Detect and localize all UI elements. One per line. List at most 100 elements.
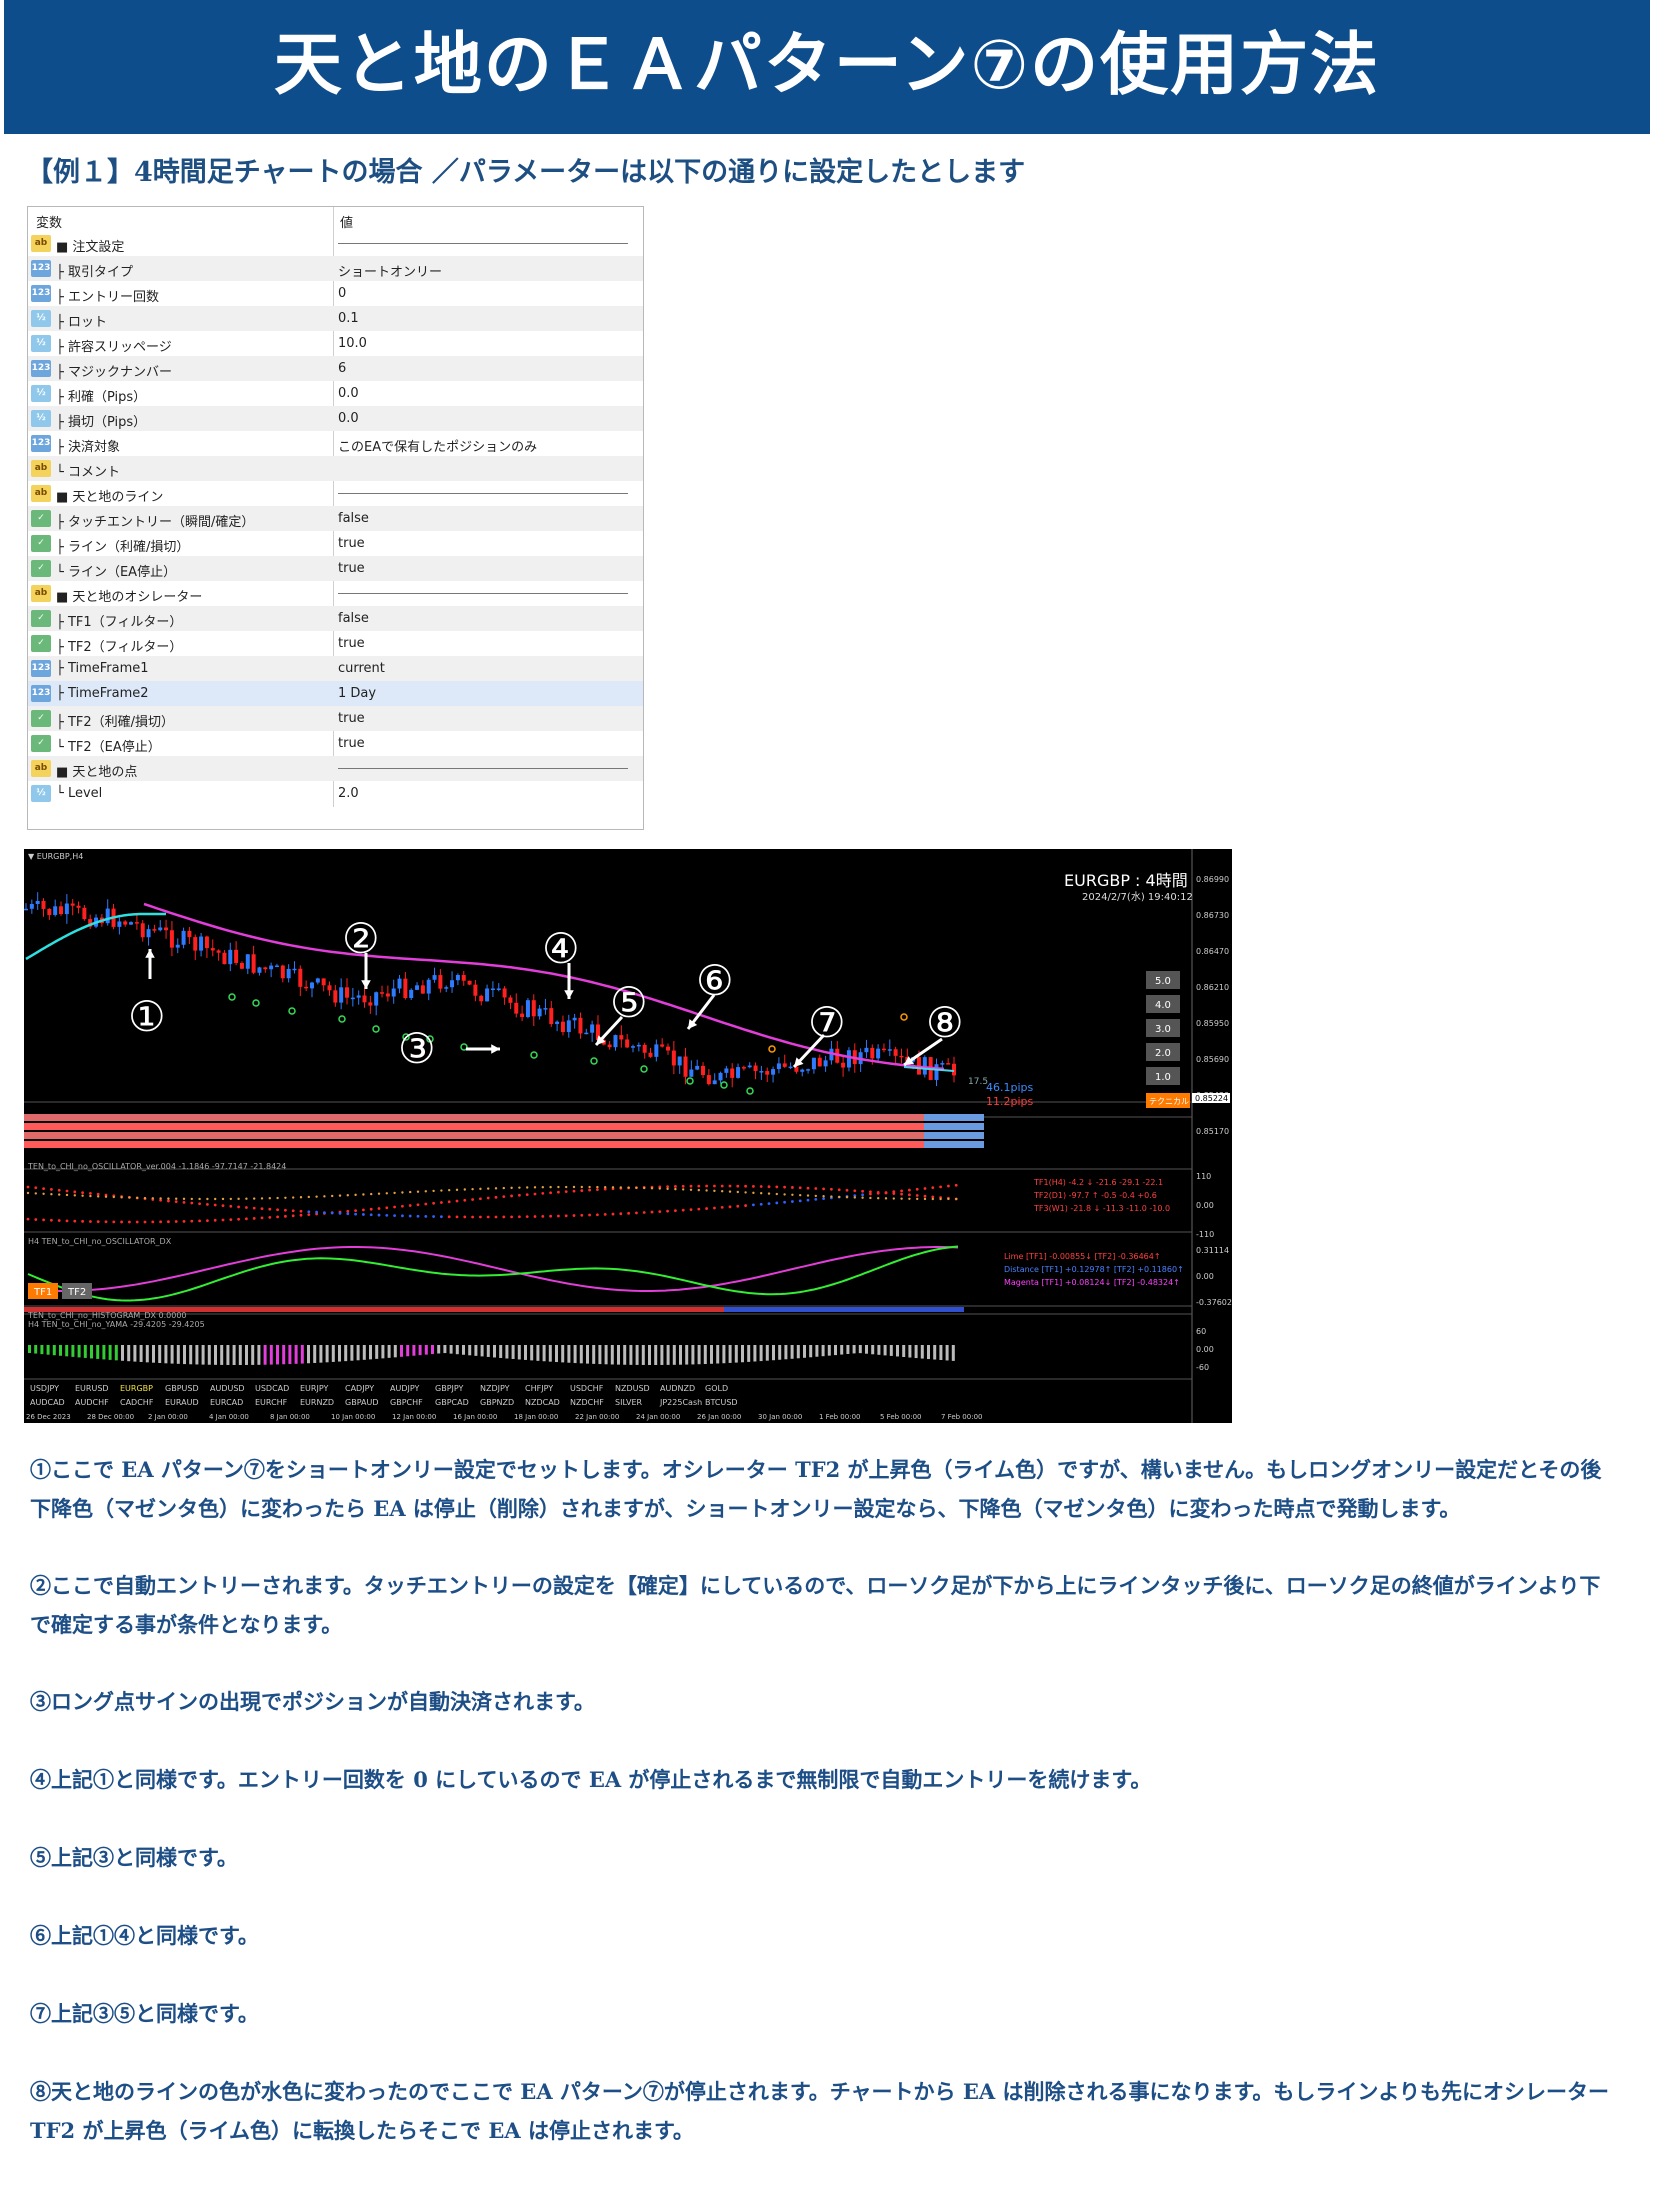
param-value[interactable]: true (338, 711, 365, 726)
param-value[interactable]: true (338, 536, 365, 551)
osc1-red-dot (377, 1207, 381, 1210)
param-value[interactable]: false (338, 611, 369, 626)
osc1-trend-dot (73, 1190, 77, 1194)
symbol-tab[interactable]: ▼ EURGBP,H4 (28, 852, 83, 861)
osc1-red-dot (89, 1220, 92, 1223)
candle-body (216, 950, 221, 953)
long-signal-dot (288, 1007, 296, 1015)
param-row[interactable]: 123 ├ エントリー回数 0 (28, 281, 643, 306)
yama-bar (648, 1345, 651, 1365)
param-row[interactable]: 123 ├ TimeFrame2 1 Day (28, 681, 643, 706)
param-row[interactable]: 123 ├ マジックナンバー 6 (28, 356, 643, 381)
yama-bar (214, 1345, 217, 1365)
yama-bar (424, 1345, 428, 1355)
yama-bar (108, 1345, 112, 1360)
param-row[interactable]: ab ■ 天と地の点 (28, 756, 643, 781)
param-row[interactable]: ab ■ 天と地のオシレーター (28, 581, 643, 606)
osc1-trend-dot (182, 1200, 186, 1204)
yama-bar (133, 1345, 137, 1362)
param-value[interactable]: current (338, 661, 385, 676)
yama-bar (313, 1345, 317, 1363)
osc1-trend-dot (291, 1209, 295, 1213)
param-name: ■ 注文設定 (56, 240, 125, 255)
yama-bar (530, 1345, 534, 1361)
param-row[interactable]: ✓ ├ タッチエントリー（瞬間/確定） false (28, 506, 643, 531)
param-row[interactable]: ½ ├ 許容スリッページ 10.0 (28, 331, 643, 356)
osc1-trend-dot (330, 1211, 334, 1215)
param-row[interactable]: 123 ├ TimeFrame1 current (28, 656, 643, 681)
candle-body (560, 1021, 565, 1033)
long-signal-dot (228, 993, 236, 1001)
yama-bar (573, 1345, 577, 1364)
osc1-trend-dot (486, 1215, 490, 1219)
osc1-trend-dot (588, 1213, 591, 1217)
yama-bar (666, 1345, 670, 1365)
param-value[interactable]: このEAで保有したポジションのみ (338, 436, 537, 455)
yama-bar (691, 1345, 695, 1365)
param-value[interactable]: 0 (338, 286, 346, 301)
yama-bar (46, 1345, 50, 1355)
symbol-button: JP225Cash (659, 1398, 702, 1407)
param-value[interactable]: 0.0 (338, 386, 359, 401)
param-value[interactable]: true (338, 561, 365, 576)
osc1-axis-label: 0.00 (1196, 1201, 1214, 1210)
param-row[interactable]: ✓ ├ TF2（フィルター） true (28, 631, 643, 656)
param-value[interactable]: 0.0 (338, 411, 359, 426)
yama-bar (784, 1345, 788, 1360)
param-row[interactable]: ab ■ 注文設定 (28, 231, 643, 256)
osc1-red-dot (198, 1219, 202, 1223)
osc1-trend-dot (299, 1209, 303, 1213)
symbol-button: EURGBP (120, 1384, 153, 1393)
candle-body (479, 995, 484, 1002)
param-row[interactable]: ✓ └ TF2（EA停止） true (28, 731, 643, 756)
yama-bar (654, 1345, 658, 1365)
param-row[interactable]: 123 ├ 取引タイプ ショートオンリー (28, 256, 643, 281)
param-row[interactable]: ½ ├ 損切（Pips） 0.0 (28, 406, 643, 431)
param-row[interactable]: ½ ├ ロット 0.1 (28, 306, 643, 331)
param-value[interactable]: true (338, 636, 365, 651)
osc1-orange-dot (635, 1186, 638, 1190)
osc1-orange-dot (682, 1188, 685, 1191)
candle-body (292, 968, 297, 971)
param-row[interactable]: ✓ ├ TF1（フィルター） false (28, 606, 643, 631)
osc1-orange-dot (845, 1196, 849, 1199)
param-value[interactable]: 1 Day (338, 686, 376, 701)
param-row[interactable]: ✓ ├ ライン（利確/損切） true (28, 531, 643, 556)
osc1-orange-dot (34, 1192, 37, 1195)
symbol-button: EURJPY (300, 1384, 328, 1393)
osc1-orange-dot (323, 1195, 326, 1198)
param-row[interactable]: ½ └ Level 2.0 (28, 781, 643, 806)
osc1-trend-dot (479, 1215, 482, 1219)
param-row[interactable]: 123 ├ 決済対象 このEAで保有したポジションのみ (28, 431, 643, 456)
param-row[interactable]: ✓ ├ TF2（利確/損切） true (28, 706, 643, 731)
param-value[interactable]: 10.0 (338, 336, 367, 351)
param-row[interactable]: ab └ コメント (28, 456, 643, 481)
osc1-orange-dot (221, 1197, 225, 1201)
osc1-trend-dot (908, 1188, 911, 1192)
osc1-red-dot (416, 1203, 420, 1207)
param-value[interactable]: ショートオンリー (338, 261, 442, 280)
osc1-orange-dot (175, 1197, 178, 1200)
param-row[interactable]: ✓ └ ライン（EA停止） true (28, 556, 643, 581)
param-value[interactable]: 0.1 (338, 311, 359, 326)
candle-body (724, 1068, 729, 1073)
table-header: 変数 値 (28, 207, 643, 231)
osc1-red-dot (806, 1186, 810, 1190)
param-value[interactable]: 6 (338, 361, 346, 376)
yama-bar (778, 1345, 782, 1360)
candle-body (549, 1008, 554, 1025)
param-row[interactable]: ½ ├ 利確（Pips） 0.0 (28, 381, 643, 406)
param-value[interactable]: 2.0 (338, 786, 359, 801)
candle-body (870, 1047, 875, 1059)
param-name: └ TF2（EA停止） (56, 740, 161, 755)
note-paragraph: ⑥上記①④と同様です。 (30, 1923, 259, 1948)
candle-body (461, 975, 466, 981)
param-value[interactable]: true (338, 736, 365, 751)
symbol-button: NZDCAD (525, 1398, 560, 1407)
osc1-readout: TF3(W1) -21.8 ↓ -11.3 -11.0 -10.0 (1033, 1204, 1170, 1213)
candle-body (368, 1002, 373, 1006)
title-banner: 天と地のＥＡパターン⑦の使用方法 (4, 0, 1650, 134)
osc1-trend-dot (190, 1201, 194, 1205)
param-value[interactable]: false (338, 511, 369, 526)
param-row[interactable]: ab ■ 天と地のライン (28, 481, 643, 506)
